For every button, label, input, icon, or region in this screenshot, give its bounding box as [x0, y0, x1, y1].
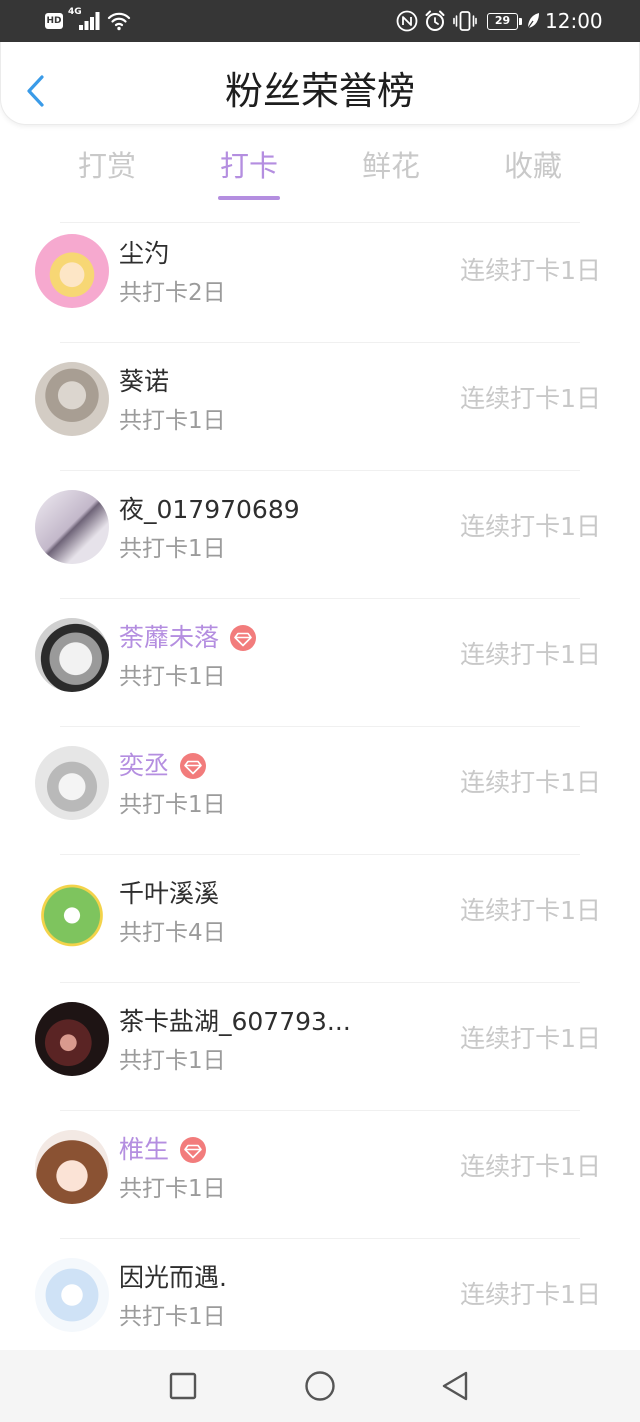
alarm-clock-icon — [425, 10, 445, 31]
fan-name: 千叶溪溪 — [119, 879, 220, 908]
total-checkin-count: 共打卡1日 — [119, 408, 226, 434]
total-checkin-count: 共打卡1日 — [119, 792, 226, 818]
total-checkin-count: 共打卡1日 — [119, 536, 226, 562]
fan-row[interactable]: 茶卡盐湖_607793... 共打卡1日 连续打卡1日 — [0, 983, 640, 1111]
streak-checkin-count: 连续打卡1日 — [460, 384, 601, 413]
fan-name-line: 尘汋 — [119, 239, 169, 269]
avatar[interactable] — [35, 874, 109, 948]
fan-name: 因光而遇. — [119, 1263, 227, 1292]
fan-row[interactable]: 荼蘼未落 共打卡1日 连续打卡1日 — [0, 599, 640, 727]
fan-name-line: 荼蘼未落 — [119, 623, 257, 653]
avatar[interactable] — [35, 490, 109, 564]
streak-checkin-count: 连续打卡1日 — [460, 640, 601, 669]
fan-name-line: 椎生 — [119, 1135, 207, 1165]
total-checkin-count: 共打卡1日 — [119, 1048, 226, 1074]
fan-row[interactable]: 尘汋 共打卡2日 连续打卡1日 — [0, 215, 640, 343]
streak-checkin-count: 连续打卡1日 — [460, 1152, 601, 1181]
tab-checkin[interactable]: 打卡 — [178, 140, 320, 202]
system-nav-bar — [0, 1350, 640, 1422]
hd-indicator: HD — [45, 13, 63, 29]
nfc-icon — [396, 10, 418, 32]
diamond-badge-icon — [180, 753, 207, 779]
total-checkin-count: 共打卡4日 — [119, 920, 226, 946]
page-title: 粉丝荣誉榜 — [224, 69, 415, 113]
fan-ranking-list: 尘汋 共打卡2日 连续打卡1日 葵诺 共打卡1日 连续打卡1日 夜_017970… — [0, 215, 640, 1367]
vibrate-icon — [453, 11, 477, 31]
wifi-icon — [107, 12, 131, 31]
fan-name: 荼蘼未落 — [119, 623, 220, 652]
fan-row[interactable]: 椎生 共打卡1日 连续打卡1日 — [0, 1111, 640, 1239]
back-triangle-icon[interactable] — [440, 1370, 470, 1402]
avatar[interactable] — [35, 618, 109, 692]
fan-row[interactable]: 千叶溪溪 共打卡4日 连续打卡1日 — [0, 855, 640, 983]
fan-name: 茶卡盐湖_607793... — [119, 1007, 351, 1036]
fan-row[interactable]: 葵诺 共打卡1日 连续打卡1日 — [0, 343, 640, 471]
fan-name-line: 因光而遇. — [119, 1263, 227, 1293]
avatar[interactable] — [35, 1130, 109, 1204]
recent-apps-square-icon[interactable] — [169, 1372, 197, 1400]
clock-time: 12:00 — [545, 9, 603, 33]
fan-row[interactable]: 因光而遇. 共打卡1日 连续打卡1日 — [0, 1239, 640, 1367]
streak-checkin-count: 连续打卡1日 — [460, 768, 601, 797]
total-checkin-count: 共打卡2日 — [119, 280, 226, 306]
diamond-badge-icon — [230, 625, 257, 651]
fan-name-line: 夜_017970689 — [119, 495, 300, 525]
fan-name: 夜_017970689 — [119, 495, 300, 524]
tab-reward[interactable]: 打赏 — [36, 140, 178, 202]
streak-checkin-count: 连续打卡1日 — [460, 896, 601, 925]
fan-name-line: 奕丞 — [119, 751, 207, 781]
tab-bar: 打赏 打卡 鲜花 收藏 — [36, 140, 604, 202]
total-checkin-count: 共打卡1日 — [119, 1304, 226, 1330]
diamond-badge-icon — [180, 1137, 207, 1163]
avatar[interactable] — [35, 234, 109, 308]
streak-checkin-count: 连续打卡1日 — [460, 1280, 601, 1309]
page-header: 粉丝荣誉榜 — [0, 42, 640, 125]
fan-name-line: 千叶溪溪 — [119, 879, 219, 909]
avatar[interactable] — [35, 1002, 109, 1076]
status-bar: HD 4G 29 12:00 — [0, 0, 640, 42]
battery-nub — [519, 18, 522, 25]
fan-name: 尘汋 — [119, 239, 170, 268]
fan-name: 椎生 — [119, 1135, 170, 1164]
fan-row[interactable]: 奕丞 共打卡1日 连续打卡1日 — [0, 727, 640, 855]
tab-flowers[interactable]: 鲜花 — [320, 140, 462, 202]
home-circle-icon[interactable] — [304, 1370, 336, 1402]
fan-name: 葵诺 — [119, 367, 170, 396]
total-checkin-count: 共打卡1日 — [119, 664, 226, 690]
streak-checkin-count: 连续打卡1日 — [460, 512, 601, 541]
power-saving-leaf-icon — [526, 13, 539, 30]
avatar[interactable] — [35, 1258, 109, 1332]
fan-row[interactable]: 夜_017970689 共打卡1日 连续打卡1日 — [0, 471, 640, 599]
fan-name-line: 葵诺 — [119, 367, 169, 397]
signal-bars-icon — [79, 12, 100, 30]
avatar[interactable] — [35, 362, 109, 436]
tab-favorites[interactable]: 收藏 — [462, 140, 604, 202]
total-checkin-count: 共打卡1日 — [119, 1176, 226, 1202]
streak-checkin-count: 连续打卡1日 — [460, 256, 601, 285]
fan-name-line: 茶卡盐湖_607793... — [119, 1007, 351, 1037]
avatar[interactable] — [35, 746, 109, 820]
battery-icon: 29 — [487, 13, 518, 30]
fan-name: 奕丞 — [119, 751, 170, 780]
streak-checkin-count: 连续打卡1日 — [460, 1024, 601, 1053]
